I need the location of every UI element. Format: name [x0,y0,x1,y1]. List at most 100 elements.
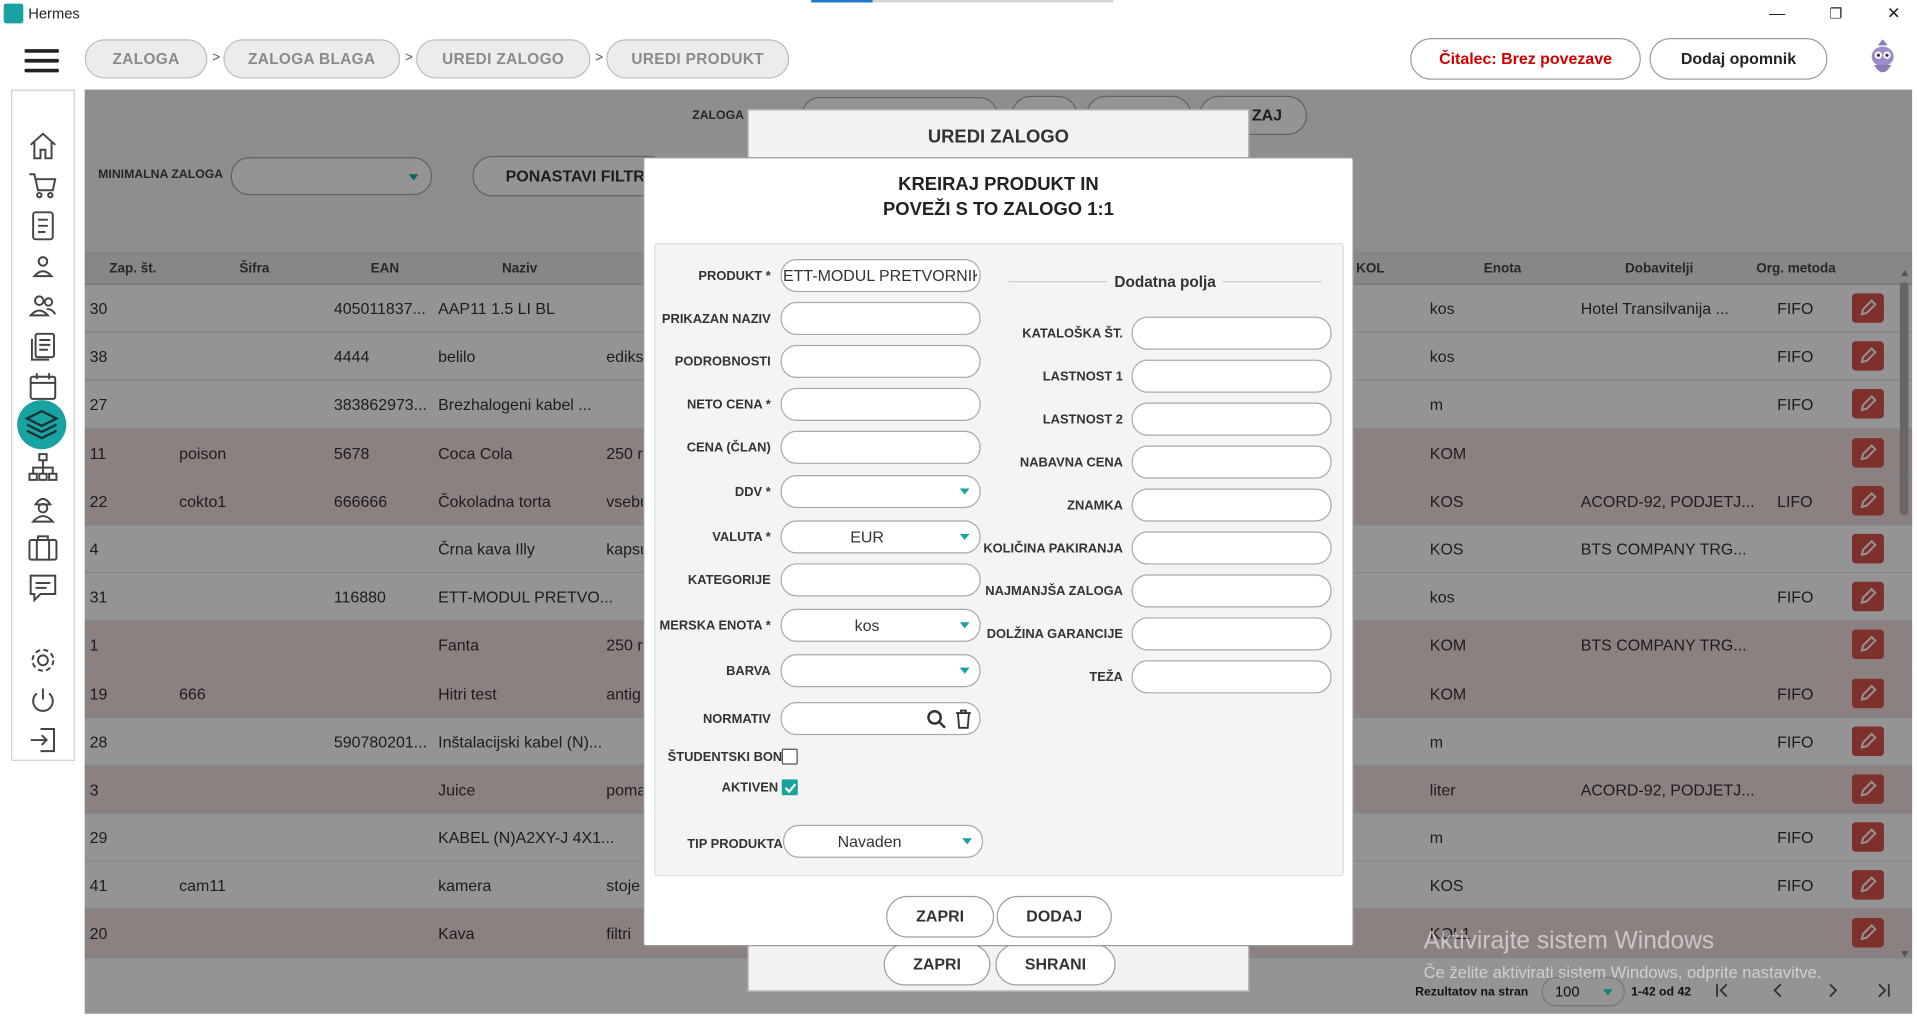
barva-select[interactable] [780,654,981,688]
page-range: 1-42 od 42 [1631,985,1692,1000]
menu-icon[interactable] [24,49,59,76]
sidebar [11,89,75,761]
windows-activation-watermark: Aktivirajte sistem Windows [1423,927,1715,955]
znamka-input[interactable] [1131,488,1332,522]
trash-icon[interactable] [954,708,974,730]
chat-icon[interactable] [26,571,60,605]
field-value: EUR [850,527,884,547]
količina-pakiranja-input[interactable] [1131,531,1332,565]
kataloška-št-input[interactable] [1131,316,1332,350]
produkt-input[interactable]: ETT-MODUL PRETVORNIK LE [780,258,981,293]
first-page-icon[interactable] [1713,982,1730,999]
field-label: VALUTA * [712,530,771,545]
valuta-select[interactable]: EUR [780,520,981,554]
reader-status-button[interactable]: Čitalec: Brez povezave [1410,38,1641,80]
worker-icon[interactable] [26,491,60,525]
field-label: MERSKA ENOTA * [659,618,771,634]
breadcrumb-zaloga-blaga[interactable]: ZALOGA BLAGA [223,39,401,79]
breadcrumb-separator: > [212,50,221,66]
ddv-select[interactable] [780,474,981,509]
active-checkbox[interactable] [781,779,798,796]
chevron-down-icon [959,533,970,541]
search-icon[interactable] [925,708,947,730]
edit-stock-save-button[interactable]: SHRANI [995,943,1116,986]
dolžina-garancije-input[interactable] [1131,617,1332,651]
field-label: KATEGORIJE [687,573,771,588]
lastnost-1-input[interactable] [1131,359,1332,393]
user-icon[interactable] [26,249,60,283]
edit-stock-title: UREDI ZALOGO [927,126,1069,148]
users-icon[interactable] [26,288,60,322]
field-label: DOLŽINA GARANCIJE [986,627,1123,642]
neto-cena-input[interactable] [780,387,981,421]
field-label: ZNAMKA [1067,498,1123,514]
last-page-icon[interactable] [1875,982,1892,999]
prikazan-naziv-input[interactable] [780,301,981,336]
home-icon[interactable] [26,129,60,163]
field-label: LASTNOST 2 [1042,412,1123,428]
close-window-button[interactable]: ✕ [1881,4,1906,24]
student-voucher-label: ŠTUDENTSKI BON [667,749,783,765]
breadcrumb-uredi-zalogo[interactable]: UREDI ZALOGO [416,39,591,79]
create-product-title-line2: POVEŽI S TO ZALOGO 1:1 [882,198,1114,220]
power-icon[interactable] [26,684,60,718]
active-label: AKTIVEN [721,780,779,796]
layers-icon[interactable] [17,400,67,450]
create-product-title-line1: KREIRAJ PRODUKT IN [898,174,1099,196]
windows-activation-hint: Če želite aktivirati sistem Windows, odp… [1423,963,1822,982]
najmanjša-zaloga-input[interactable] [1131,574,1332,608]
calendar-icon[interactable] [26,369,60,403]
teža-input[interactable] [1131,660,1332,694]
field-label: BARVA [726,663,771,679]
student-voucher-checkbox[interactable] [781,748,798,765]
field-label: DDV * [734,484,771,500]
create-product-modal: KREIRAJ PRODUKT IN POVEŽI S TO ZALOGO 1:… [643,157,1354,947]
avatar[interactable] [1863,38,1902,80]
settings-icon[interactable] [26,643,60,677]
field-label: LASTNOST 1 [1042,369,1123,385]
table-scrollbar[interactable] [1899,270,1910,958]
lastnost-2-input[interactable] [1131,402,1332,436]
create-product-form: PRODUKT * ETT-MODUL PRETVORNIK LE PRIKAZAN… [654,243,1344,877]
merska-enota-select[interactable]: kos [780,608,981,642]
logout-icon[interactable] [26,723,60,757]
field-label: NAJMANJŠA ZALOGA [985,584,1123,599]
restore-button[interactable]: ❐ [1824,4,1849,24]
next-page-icon[interactable] [1824,982,1841,999]
app-icon [3,3,24,24]
field-label: CENA (ČLAN) [686,440,771,456]
product-type-select[interactable]: Navaden [783,824,984,858]
field-label: PRIKAZAN NAZIV [661,311,771,327]
create-product-add-button[interactable]: DODAJ [996,895,1112,938]
loading-bar [811,0,1114,3]
field-label: KOLIČINA PAKIRANJA [983,541,1123,556]
add-reminder-button[interactable]: Dodaj opomnik [1649,38,1828,80]
field-label: TEŽA [1089,670,1123,685]
create-product-title: KREIRAJ PRODUKT IN POVEŽI S TO ZALOGO 1:… [644,173,1352,222]
field-value: ETT-MODUL PRETVORNIK LE [783,266,977,285]
cena-član-input[interactable] [780,430,981,464]
kategorije-input[interactable] [780,563,981,597]
briefcase-icon[interactable] [26,530,60,564]
nabavna-cena-input[interactable] [1131,445,1332,479]
document-icon[interactable] [26,209,60,243]
cart-icon[interactable] [26,168,60,202]
breadcrumb-uredi-produkt[interactable]: UREDI PRODUKT [606,39,790,79]
previous-page-icon[interactable] [1770,982,1787,999]
field-label: NORMATIV [702,711,771,727]
field-label: NETO CENA * [686,397,771,413]
field-label: KATALOŠKA ŠT. [1022,326,1123,342]
create-product-close-button[interactable]: ZAPRI [886,895,995,938]
field-label: PODROBNOSTI [674,354,771,370]
breadcrumb-zaloga[interactable]: ZALOGA [84,39,208,79]
normativ-input[interactable] [780,702,981,736]
podrobnosti-input[interactable] [780,344,981,379]
list-icon[interactable] [26,329,60,363]
per-page-label: Rezultatov na stran [1415,985,1529,1000]
edit-stock-close-button[interactable]: ZAPRI [883,943,991,986]
product-type-label: TIP PRODUKTA [687,837,783,852]
chevron-down-icon [962,838,973,845]
minimize-button[interactable]: — [1765,4,1790,24]
network-icon[interactable] [26,450,60,484]
per-page-value: 100 [1554,983,1580,1001]
